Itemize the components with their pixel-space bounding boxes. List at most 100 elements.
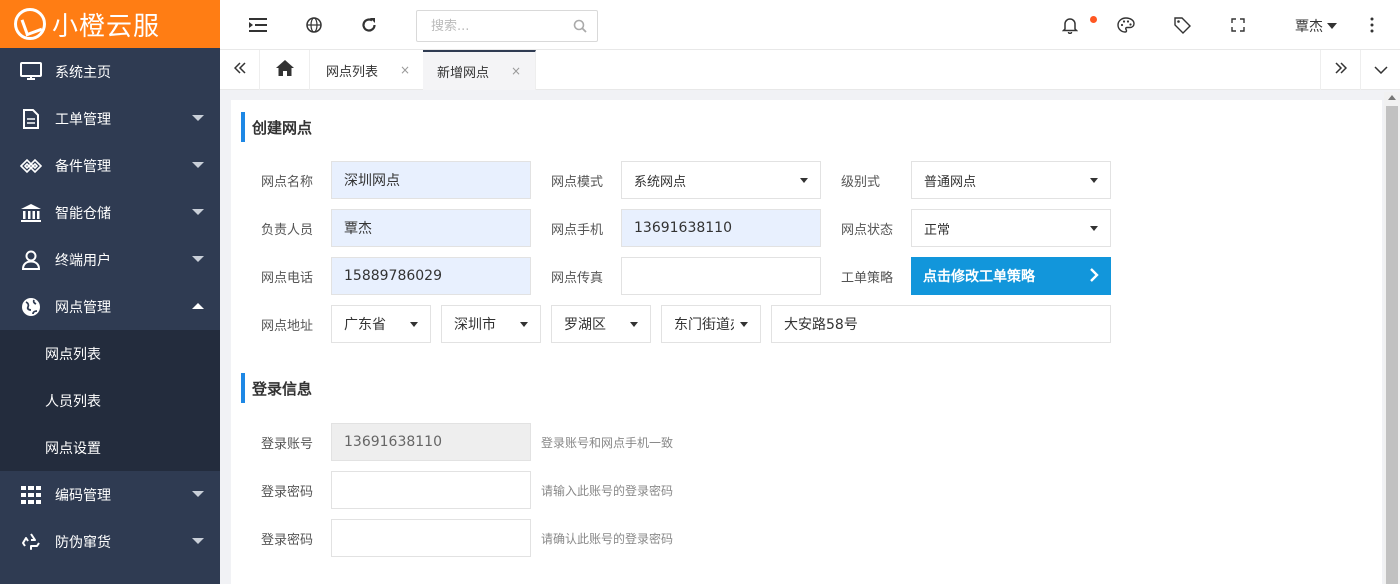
globe-icon [20, 296, 42, 318]
content-scrollbar[interactable] [1384, 92, 1400, 584]
outlet-tel-field[interactable] [331, 257, 531, 295]
label-login-account: 登录账号 [261, 436, 314, 452]
outlet-fax-field[interactable] [621, 257, 821, 295]
brand-name: 小橙云服 [52, 11, 161, 42]
label-outlet-status: 网点状态 [841, 222, 894, 238]
close-icon[interactable]: × [511, 64, 521, 78]
sidebar-item-parts[interactable]: 备件管理 [0, 142, 220, 189]
login-password-confirm-field[interactable] [331, 519, 531, 557]
label-outlet-address: 网点地址 [261, 318, 314, 334]
tab-options[interactable] [1360, 50, 1400, 90]
sidebar-item-label: 备件管理 [55, 158, 111, 175]
select-value: 广东省 [344, 317, 386, 333]
sidebar-submenu-outlets: 网点列表 人员列表 网点设置 [0, 330, 220, 471]
label-login-password-confirm: 登录密码 [261, 532, 314, 548]
login-password-confirm-input[interactable] [344, 520, 530, 556]
globe-icon[interactable] [304, 15, 324, 35]
sidebar-subitem-outlet-settings[interactable]: 网点设置 [0, 424, 220, 471]
search-icon[interactable] [573, 19, 587, 37]
brand-logo[interactable]: 小橙云服 [0, 0, 220, 48]
palette-icon[interactable] [1116, 15, 1136, 35]
user-name: 覃杰 [1295, 19, 1323, 35]
hint-login-account: 登录账号和网点手机一致 [541, 435, 674, 450]
chevron-down-icon [192, 538, 204, 544]
outlet-tel-input[interactable] [344, 258, 530, 294]
tab-scroll-right[interactable] [1320, 50, 1360, 90]
sidebar-item-endusers[interactable]: 终端用户 [0, 236, 220, 283]
tab-home[interactable] [260, 50, 310, 90]
label-level: 级别式 [841, 174, 881, 190]
sidebar-item-anticounterfeit[interactable]: 防伪窜货 [0, 518, 220, 565]
province-select[interactable]: 广东省 [331, 305, 431, 343]
menu-toggle-icon[interactable] [248, 15, 268, 35]
tag-icon[interactable] [1172, 15, 1192, 35]
fullscreen-icon[interactable] [1228, 15, 1248, 35]
close-icon[interactable]: × [400, 63, 410, 77]
caret-down-icon [800, 178, 808, 183]
more-vertical-icon[interactable] [1362, 15, 1382, 35]
chevron-right-icon [1089, 267, 1099, 287]
chevron-down-icon [192, 162, 204, 168]
form-panel: 创建网点 网点名称 网点模式 系统网点 级别式 普通网点 负责人员 网点手机 网… [231, 100, 1382, 584]
label-outlet-phone: 网点手机 [551, 222, 604, 238]
refresh-icon[interactable] [359, 15, 379, 35]
login-password-input[interactable] [344, 472, 530, 508]
sidebar-subitem-outlet-list[interactable]: 网点列表 [0, 330, 220, 377]
label-outlet-mode: 网点模式 [551, 174, 604, 190]
notification-dot [1090, 16, 1097, 23]
select-value: 罗湖区 [564, 317, 606, 333]
sidebar: 小橙云服 系统主页 工单管理 备件管理 智能仓储 终端用户 网点管理 网点列表 … [0, 0, 220, 584]
label-manager: 负责人员 [261, 222, 314, 238]
tab-new-outlet[interactable]: 新增网点 × [423, 50, 537, 90]
login-password-field[interactable] [331, 471, 531, 509]
recycle-icon [20, 531, 42, 553]
user-menu[interactable]: 覃杰 [1295, 16, 1337, 36]
sidebar-item-workorder[interactable]: 工单管理 [0, 95, 220, 142]
brand-logo-icon [14, 8, 46, 40]
scroll-up-arrow-icon[interactable] [1388, 95, 1396, 100]
outlet-status-select[interactable]: 正常 [911, 209, 1111, 247]
sidebar-item-coding[interactable]: 编码管理 [0, 471, 220, 518]
outlet-phone-input[interactable] [634, 210, 820, 246]
city-select[interactable]: 深圳市 [441, 305, 541, 343]
bell-icon[interactable] [1060, 15, 1080, 35]
sidebar-item-home[interactable]: 系统主页 [0, 48, 220, 95]
tab-scroll-left[interactable] [220, 50, 260, 90]
select-value: 正常 [924, 222, 951, 238]
double-chevron-left-icon [233, 62, 246, 78]
label-login-password: 登录密码 [261, 484, 314, 500]
manager-field[interactable] [331, 209, 531, 247]
detail-address-input[interactable] [784, 306, 1110, 342]
sidebar-subitem-staff-list[interactable]: 人员列表 [0, 377, 220, 424]
tab-outlet-list[interactable]: 网点列表 × [312, 50, 426, 90]
search-input[interactable] [417, 11, 567, 41]
chevron-up-icon [192, 303, 204, 309]
outlet-mode-select[interactable]: 系统网点 [621, 161, 821, 199]
district-select[interactable]: 罗湖区 [551, 305, 651, 343]
outlet-name-field[interactable] [331, 161, 531, 199]
sidebar-item-outlets[interactable]: 网点管理 [0, 283, 220, 330]
sidebar-item-warehouse[interactable]: 智能仓储 [0, 189, 220, 236]
top-bar: 覃杰 [220, 0, 1400, 50]
sidebar-item-label: 防伪窜货 [55, 534, 111, 551]
label-outlet-name: 网点名称 [261, 174, 314, 190]
diamond-link-icon [20, 155, 42, 177]
label-outlet-fax: 网点传真 [551, 270, 604, 286]
outlet-name-input[interactable] [344, 162, 530, 198]
caret-down-icon [1090, 226, 1098, 231]
sidebar-item-label: 网点管理 [55, 299, 111, 316]
select-value: 东门街道办 [674, 317, 734, 333]
manager-input[interactable] [344, 210, 530, 246]
tab-label: 网点列表 [326, 64, 379, 80]
label-workorder-strategy: 工单策略 [841, 270, 894, 286]
edit-strategy-button[interactable]: 点击修改工单策略 [911, 257, 1111, 295]
outlet-fax-input[interactable] [634, 258, 820, 294]
chevron-down-icon [1327, 23, 1337, 29]
caret-down-icon [1090, 178, 1098, 183]
scrollbar-thumb[interactable] [1386, 106, 1398, 584]
level-select[interactable]: 普通网点 [911, 161, 1111, 199]
street-select[interactable]: 东门街道办 [661, 305, 761, 343]
outlet-phone-field[interactable] [621, 209, 821, 247]
document-icon [20, 108, 42, 130]
detail-address-field[interactable] [771, 305, 1111, 343]
